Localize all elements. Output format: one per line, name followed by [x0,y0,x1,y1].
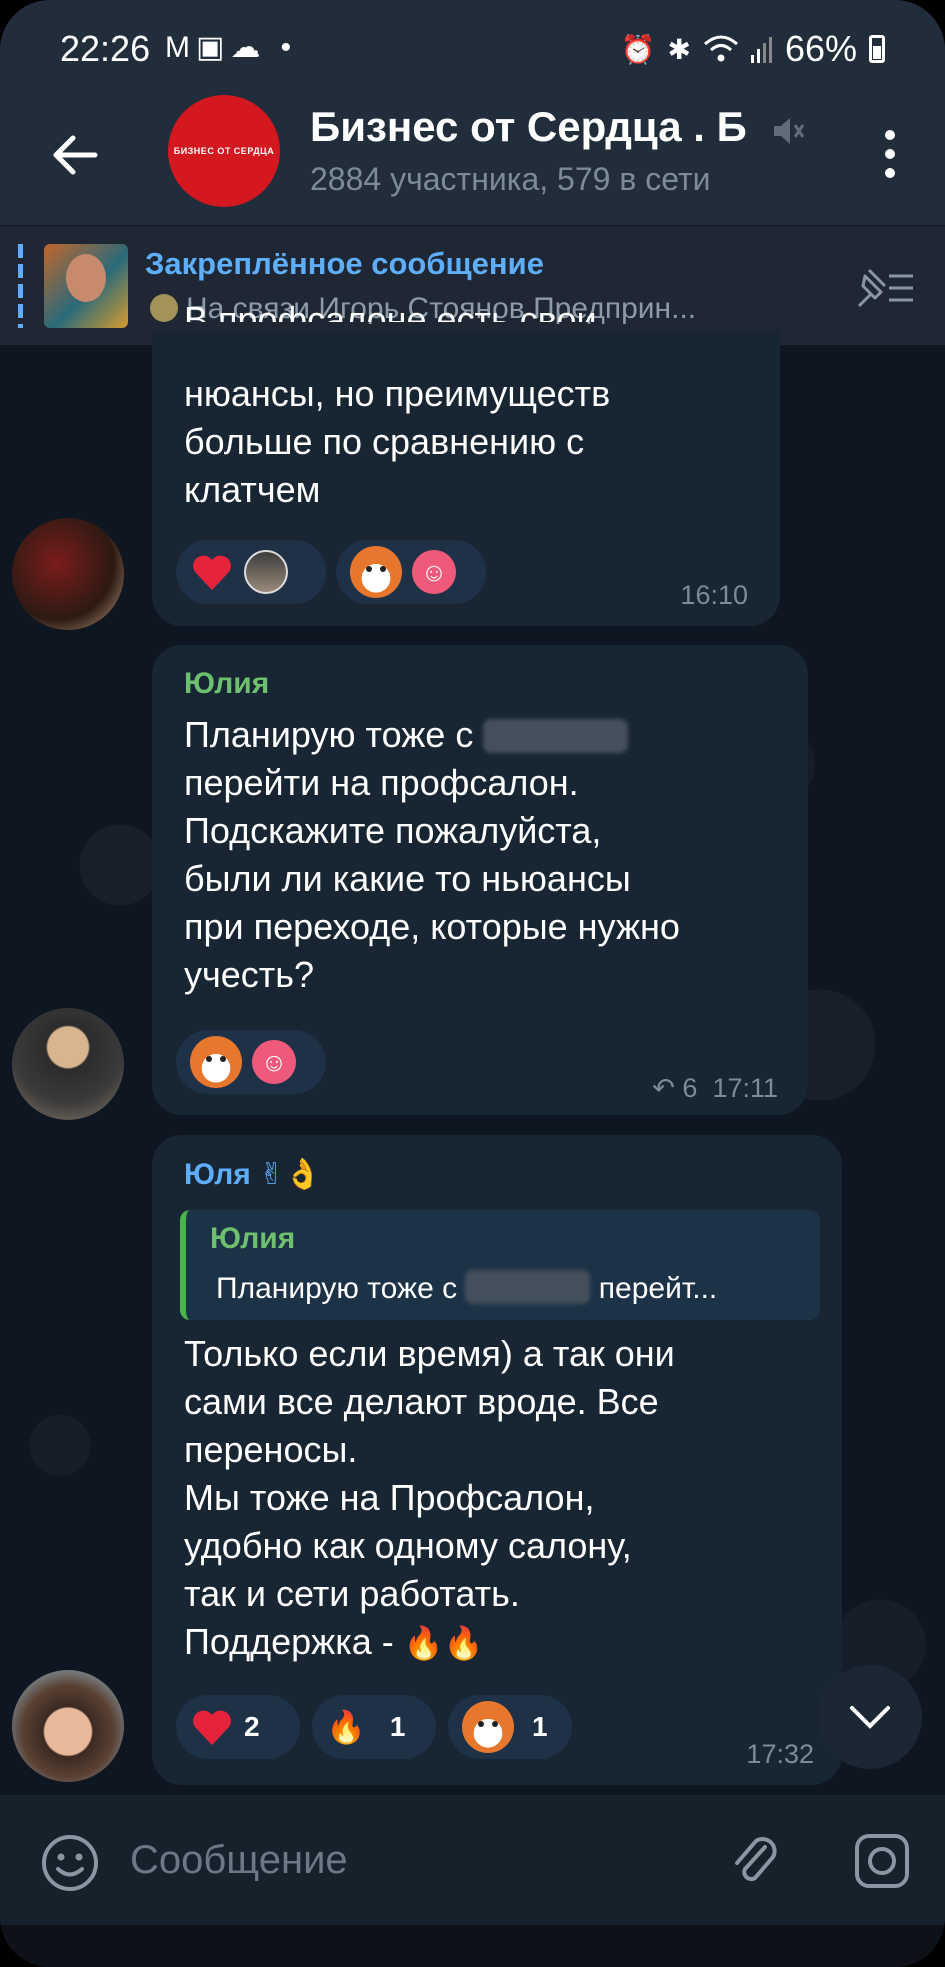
ghost-icon: ☺ [252,1040,296,1084]
reply-count: 6 [682,1073,698,1103]
alarm-icon: ⏰ [620,33,656,65]
message-text: нюансы, но преимуществ больше по сравнен… [184,373,611,510]
scroll-down-button[interactable] [818,1665,922,1769]
reply-text-end: перейт... [590,1272,718,1305]
status-right: ⏰ ✱ 66% [621,28,885,70]
channel-subtitle: 2884 участника, 579 в сети [310,161,711,197]
message-input[interactable] [130,1825,690,1895]
reaction-count: 1 [389,1711,406,1742]
message-text: Планирую тоже с перейти на профсалон. По… [184,711,680,999]
notification-icons: M▣☁ • [165,31,298,64]
fire-icon: 🔥 [326,1709,366,1745]
system-nav-bar [0,1925,945,1967]
chevron-down-icon [850,1706,890,1729]
reaction-fox[interactable]: ☺ [176,1030,326,1094]
attach-icon[interactable] [725,1831,785,1891]
message-text-rest: перейти на профсалон. Подскажите пожалуй… [184,762,680,995]
emoji-icon[interactable] [40,1833,100,1893]
sender-avatar[interactable] [12,1670,124,1782]
reaction-fire[interactable]: 🔥 1 [312,1695,436,1759]
reply-quote[interactable]: Юлия Планирую тоже с перейт... [180,1210,820,1320]
message-text-body: Только если время) а так они сами все де… [184,1333,675,1662]
message-text-start: Планирую тоже с [184,714,484,755]
chat-header: БИЗНЕС ОТ СЕРДЦА Бизнес от Сердца . Б 28… [0,95,945,225]
fox-sticker-icon [462,1701,514,1753]
reply-preview: Планирую тоже с перейт... [216,1270,717,1306]
pinned-list-icon[interactable] [855,266,915,310]
pinned-message-bar[interactable]: Закреплённое сообщение На связи Игорь Ст… [0,225,945,345]
reaction-count: 2 [244,1711,260,1742]
message-partial-line: В профсалоне есть свои [184,299,597,322]
battery-icon [869,35,885,63]
reaction-heart[interactable]: 2 [176,1695,300,1759]
reply-arrow-icon: ↶ [652,1073,683,1103]
reply-sender: Юлия [210,1222,296,1255]
signal-icon [750,37,772,63]
reaction-heart[interactable] [176,540,326,604]
pinned-indicator [18,244,23,328]
blurred-text [483,719,629,753]
reactor-avatar [244,550,288,594]
bluetooth-icon: ✱ [667,33,691,65]
battery-percent: 66% [784,28,857,69]
message-bubble[interactable]: Юлия Планирую тоже с перейти на профсало… [152,645,808,1115]
more-menu-icon[interactable] [875,125,905,185]
channel-title[interactable]: Бизнес от Сердца . Б [310,103,780,151]
message-input-bar [0,1795,945,1925]
fox-sticker-icon [350,546,402,598]
status-bar: 22:26 M▣☁ • ⏰ ✱ 66% [0,0,945,95]
message-text: Только если время) а так они сами все де… [184,1330,675,1666]
reply-text-start: Планирую тоже с [216,1272,466,1305]
channel-avatar-label: БИЗНЕС ОТ СЕРДЦА [173,146,275,156]
reaction-fox[interactable]: ☺ [336,540,486,604]
reaction-fox[interactable]: 1 [448,1695,572,1759]
message-time: 17:11 [712,1073,778,1103]
fire-emoji: 🔥🔥 [403,1625,484,1661]
camera-icon[interactable] [852,1831,912,1891]
sender-name-text: Юля [184,1158,251,1191]
message-bubble[interactable]: В профсалоне есть свои нюансы, но преиму… [152,299,780,626]
phone-screen: 22:26 M▣☁ • ⏰ ✱ 66% БИЗНЕС ОТ СЕРДЦА Биз… [0,0,945,1967]
message-time: 17:32 [746,1739,814,1769]
heart-icon [193,1710,231,1745]
sender-avatar[interactable] [12,1008,124,1120]
pinned-thumbnail [44,244,128,328]
ghost-icon: ☺ [412,550,456,594]
heart-icon [193,555,231,590]
message-meta: ↶ 6 17:11 [652,1073,778,1104]
sender-emoji: ✌👌 [259,1158,322,1191]
back-arrow-icon[interactable] [45,125,105,185]
pinned-title: Закреплённое сообщение [145,246,544,281]
message-time: 16:10 [680,580,748,610]
channel-avatar[interactable]: БИЗНЕС ОТ СЕРДЦА [168,95,280,207]
coin-icon [150,294,178,322]
sender-name[interactable]: Юлия [184,667,269,701]
wifi-icon [703,35,738,62]
status-time: 22:26 [60,28,151,69]
reaction-count: 1 [532,1711,548,1742]
blurred-text [465,1270,591,1304]
sender-name[interactable]: Юля ✌👌 [184,1157,322,1192]
mute-icon [774,118,805,144]
sender-avatar[interactable] [12,518,124,630]
fox-sticker-icon [190,1036,242,1088]
